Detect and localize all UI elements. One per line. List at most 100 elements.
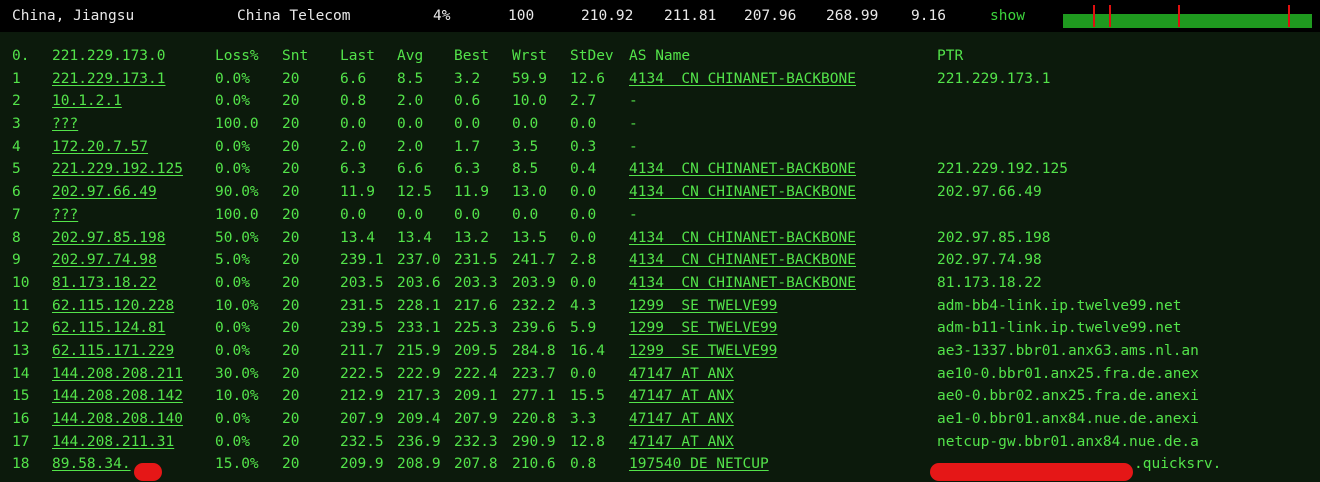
- hop-host-link[interactable]: 221.229.173.1: [52, 71, 166, 87]
- hop-ptr: 202.97.66.49: [937, 184, 1042, 201]
- header-as: AS Name: [629, 48, 691, 64]
- hop-sent: 20: [282, 388, 300, 405]
- hop-sent: 20: [282, 297, 300, 314]
- hop-as-link[interactable]: 47147 AT ANX: [629, 434, 734, 450]
- hop-as-link[interactable]: 47147 AT ANX: [629, 366, 734, 382]
- hop-index: 4: [12, 138, 21, 155]
- hop-ptr: ae1-0.bbr01.anx84.nue.de.anexi: [937, 411, 1199, 427]
- table-row: 5 221.229.192.125 0.0% 20 6.3 6.6 6.3 8.5 0.4 413…: [0, 159, 1320, 182]
- hop-avg: 2.0: [397, 138, 424, 155]
- hop-sent: 20: [282, 184, 300, 201]
- hop-index: 15: [12, 388, 30, 405]
- hop-host-link[interactable]: 172.20.7.57: [52, 139, 148, 155]
- hop-index: 9: [12, 252, 21, 269]
- hop-host-link[interactable]: 221.229.192.125: [52, 161, 183, 177]
- header-last: Last: [340, 48, 375, 64]
- hop-best: 1.7: [454, 138, 481, 155]
- hop-index: 18: [12, 456, 30, 473]
- hop-worst: 277.1: [512, 388, 556, 405]
- header-avg: Avg: [397, 48, 424, 64]
- table-row: 11 62.115.120.228 10.0% 20 231.5 228.1 217.6 23…: [0, 296, 1320, 319]
- hop-avg: 6.6: [397, 161, 424, 178]
- hop-best: 231.5: [454, 252, 498, 269]
- hop-avg: 236.9: [397, 433, 441, 450]
- hop-last: 211.7: [340, 342, 384, 359]
- hop-stdev: 12.6: [570, 70, 605, 87]
- hop-avg: 0.0: [397, 206, 424, 223]
- hop-loss: 100.0: [215, 116, 259, 133]
- hop-host-link[interactable]: 62.115.120.228: [52, 298, 174, 314]
- hop-worst: 13.0: [512, 184, 547, 201]
- hop-best: 207.8: [454, 456, 498, 473]
- hop-host-link[interactable]: ???: [52, 207, 78, 223]
- table-row: 10 81.173.18.22 0.0% 20 203.5 203.6 203.3 203.9…: [0, 273, 1320, 296]
- hop-host-link[interactable]: 62.115.171.229: [52, 343, 174, 359]
- hop-loss: 0.0%: [215, 342, 250, 359]
- hop-worst: 284.8: [512, 342, 556, 359]
- hop-sent: 20: [282, 116, 300, 133]
- hop-best: 217.6: [454, 297, 498, 314]
- header-snt: Snt: [282, 48, 309, 64]
- hop-host-link[interactable]: 202.97.66.49: [52, 184, 157, 200]
- hop-as-link[interactable]: 1299 SE TWELVE99: [629, 298, 777, 314]
- hop-sent: 20: [282, 320, 300, 337]
- hop-sent: 20: [282, 206, 300, 223]
- hop-stdev: 0.0: [570, 274, 597, 291]
- hop-as-link[interactable]: 4134 CN CHINANET-BACKBONE: [629, 71, 856, 87]
- hop-best: 203.3: [454, 274, 498, 291]
- hop-host-link[interactable]: 89.58.34.: [52, 456, 131, 472]
- hop-stdev: 2.8: [570, 252, 597, 269]
- hop-index: 2: [12, 93, 21, 110]
- hop-as-link[interactable]: 1299 SE TWELVE99: [629, 343, 777, 359]
- hop-stdev: 0.0: [570, 184, 597, 201]
- graph-spike: [1288, 5, 1290, 27]
- loss-value: 4%: [433, 8, 451, 24]
- table-row: 13 62.115.171.229 0.0% 20 211.7 215.9 209.5 284…: [0, 341, 1320, 364]
- hop-as-link[interactable]: 47147 AT ANX: [629, 388, 734, 404]
- hop-host-link[interactable]: 81.173.18.22: [52, 275, 157, 291]
- hop-ptr: ae10-0.bbr01.anx25.fra.de.anex: [937, 365, 1199, 382]
- hop-ptr: 202.97.74.98: [937, 252, 1042, 269]
- hop-worst: 223.7: [512, 365, 556, 382]
- table-row: 17 144.208.211.31 0.0% 20 232.5 236.9 232.3 290…: [0, 432, 1320, 455]
- header-stdev: StDev: [570, 48, 614, 64]
- hop-host-link[interactable]: 202.97.74.98: [52, 252, 157, 268]
- hop-stdev: 0.0: [570, 206, 597, 223]
- hop-as-link[interactable]: 4134 CN CHINANET-BACKBONE: [629, 252, 856, 268]
- show-link[interactable]: show: [990, 8, 1025, 24]
- hop-as-link[interactable]: 4134 CN CHINANET-BACKBONE: [629, 184, 856, 200]
- hop-as-link[interactable]: 4134 CN CHINANET-BACKBONE: [629, 230, 856, 246]
- hop-loss: 0.0%: [215, 411, 250, 427]
- hop-ptr: 221.229.192.125: [937, 161, 1068, 178]
- hop-loss: 100.0: [215, 206, 259, 223]
- hop-as-link[interactable]: 47147 AT ANX: [629, 411, 734, 427]
- hop-best: 11.9: [454, 184, 489, 201]
- hop-sent: 20: [282, 342, 300, 359]
- redaction-mark: [134, 463, 162, 482]
- stdev-value: 9.16: [911, 8, 946, 24]
- hop-host-link[interactable]: 202.97.85.198: [52, 230, 166, 246]
- hop-host-link[interactable]: ???: [52, 116, 78, 132]
- hop-host-link[interactable]: 144.208.208.211: [52, 366, 183, 382]
- hop-last: 222.5: [340, 365, 384, 382]
- hop-index: 8: [12, 229, 21, 246]
- hop-as-link[interactable]: 4134 CN CHINANET-BACKBONE: [629, 161, 856, 177]
- table-row: 3??? 100.0 20 0.0 0.0 0.0 0.0 0.0 -: [0, 114, 1320, 137]
- hop-host-link[interactable]: 144.208.211.31: [52, 434, 174, 450]
- hop-ptr: 221.229.173.1: [937, 70, 1051, 87]
- hop-avg: 215.9: [397, 342, 441, 359]
- hop-host-link[interactable]: 144.208.208.142: [52, 388, 183, 404]
- hop-host-link[interactable]: 62.115.124.81: [52, 320, 166, 336]
- hop-as-link[interactable]: 4134 CN CHINANET-BACKBONE: [629, 275, 856, 291]
- hop-host-link[interactable]: 10.1.2.1: [52, 93, 122, 109]
- hop-worst: 13.5: [512, 229, 547, 246]
- hop-as-link[interactable]: 1299 SE TWELVE99: [629, 320, 777, 336]
- header-row: 0. 221.229.173.0 Loss% Snt Last Avg Best…: [0, 46, 1320, 69]
- hop-as-link[interactable]: 197540 DE NETCUP: [629, 456, 769, 472]
- hop-host-link[interactable]: 144.208.208.140: [52, 411, 183, 427]
- hop-stdev: 3.3: [570, 411, 597, 427]
- redaction-mark: [930, 463, 1133, 482]
- hop-sent: 20: [282, 93, 300, 110]
- hop-index: 16: [12, 411, 30, 427]
- table-row: 4 172.20.7.57 0.0% 20 2.0 2.0 1.7 3.5 0.3 -: [0, 137, 1320, 160]
